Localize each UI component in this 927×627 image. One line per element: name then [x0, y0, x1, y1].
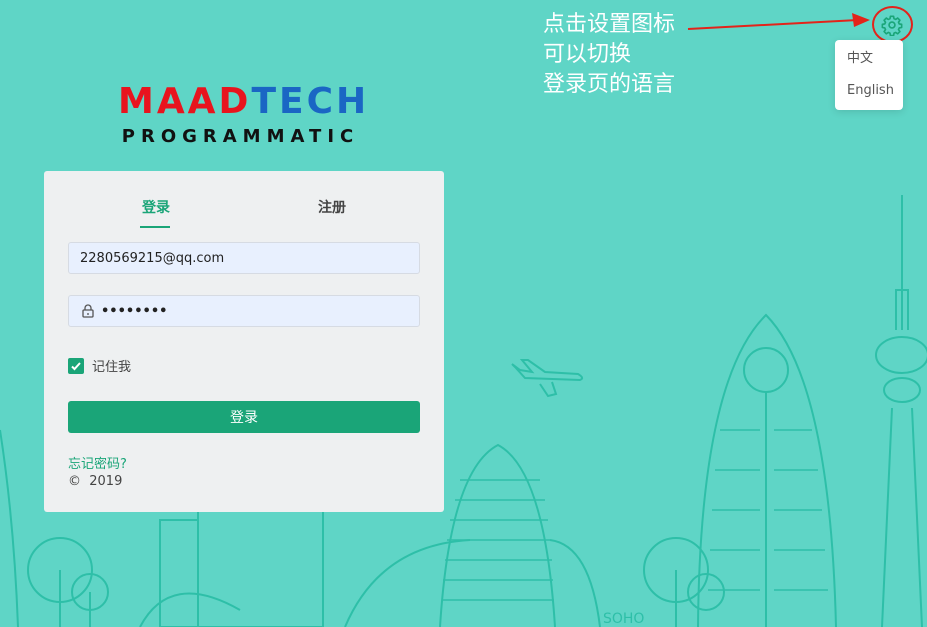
- logo-subtitle: PROGRAMMATIC: [121, 126, 360, 147]
- login-card: 登录 注册 2280569215@qq.com •••••••• 记住我 登录 …: [44, 171, 444, 512]
- annotation-line-3: 登录页的语言: [543, 72, 676, 97]
- language-option-chinese[interactable]: 中文: [835, 48, 903, 80]
- soho-sign: SOHO: [603, 611, 644, 627]
- check-icon: [71, 361, 81, 370]
- annotation-line-2: 可以切换: [543, 42, 632, 67]
- logo-part-maad: MAAD: [118, 81, 252, 122]
- forgot-password-link[interactable]: 忘记密码?: [68, 453, 127, 472]
- annotation-text: 点击设置图标 可以切换 登录页的语言: [543, 10, 703, 100]
- logo-wordmark: MAADTECH: [118, 81, 366, 122]
- copyright: © 2019: [68, 474, 122, 489]
- active-tab-indicator: [140, 226, 170, 228]
- gear-icon: [881, 15, 903, 36]
- password-mask: ••••••••: [101, 303, 168, 319]
- lock-icon: [82, 304, 94, 318]
- tab-login[interactable]: 登录: [142, 197, 170, 217]
- brand-logo: MAADTECH PROGRAMMATIC: [118, 81, 366, 148]
- email-field[interactable]: 2280569215@qq.com: [68, 242, 420, 274]
- remember-me[interactable]: 记住我: [68, 356, 131, 375]
- language-dropdown: 中文 English: [835, 40, 903, 110]
- password-field[interactable]: ••••••••: [68, 295, 420, 327]
- copyright-symbol: ©: [68, 474, 81, 489]
- annotation-line-1: 点击设置图标: [543, 12, 676, 37]
- auth-tabs: 登录 注册: [44, 171, 444, 231]
- tab-register[interactable]: 注册: [318, 197, 346, 217]
- language-option-english[interactable]: English: [835, 80, 903, 112]
- copyright-year: 2019: [89, 474, 123, 489]
- remember-checkbox[interactable]: [68, 357, 84, 374]
- login-button[interactable]: 登录: [68, 401, 420, 433]
- email-value: 2280569215@qq.com: [80, 250, 225, 266]
- remember-label: 记住我: [92, 360, 132, 375]
- settings-button[interactable]: [873, 8, 911, 42]
- logo-part-tech: TECH: [251, 81, 370, 122]
